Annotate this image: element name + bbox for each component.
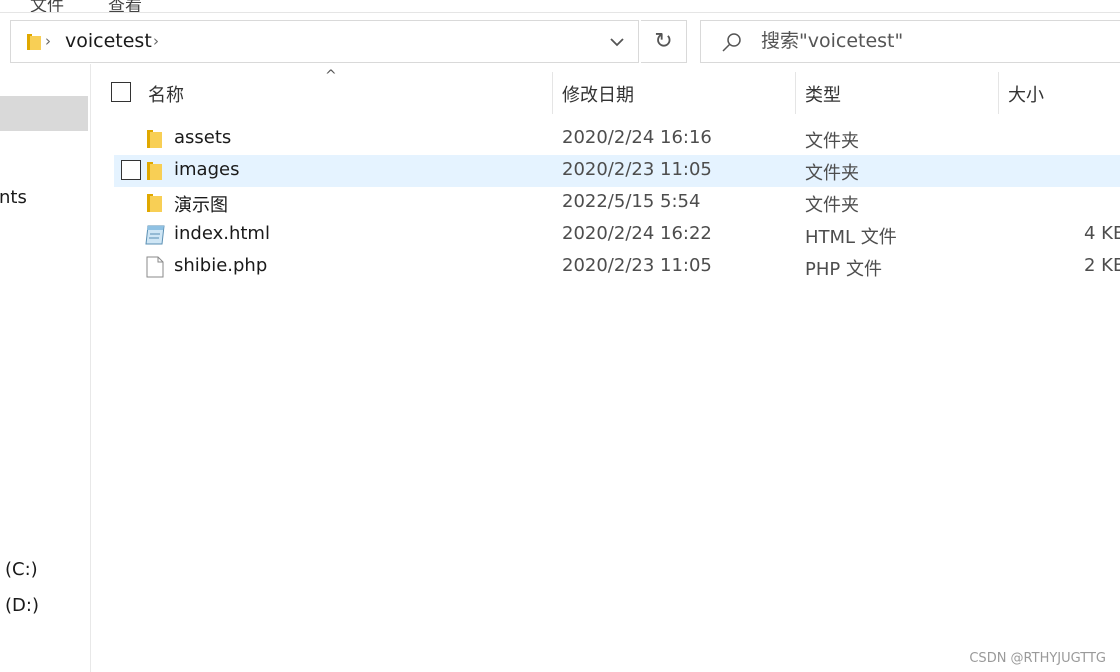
sort-ascending-icon: ^	[325, 68, 337, 84]
file-type: 文件夹	[805, 195, 859, 216]
file-row[interactable]: 演示图 2022/5/15 5:54 文件夹	[114, 187, 1120, 219]
search-icon	[722, 33, 741, 52]
file-date: 2020/2/23 11:05	[562, 255, 712, 276]
watermark: CSDN @RTHYJUGTTG	[969, 651, 1106, 666]
column-header-size[interactable]: 大小	[1008, 81, 1044, 107]
nav-selected-item[interactable]	[0, 96, 88, 131]
column-header-date[interactable]: 修改日期	[562, 81, 634, 107]
column-divider[interactable]	[795, 72, 796, 114]
file-name: index.html	[174, 223, 270, 244]
address-bar[interactable]: › voicetest ›	[10, 20, 639, 63]
chevron-down-icon[interactable]	[609, 34, 625, 50]
file-type: 文件夹	[805, 131, 859, 152]
document-icon	[146, 256, 164, 278]
row-checkbox[interactable]	[121, 160, 141, 180]
folder-icon	[147, 162, 162, 180]
refresh-button[interactable]: ↻	[641, 20, 687, 63]
file-name: shibie.php	[174, 255, 268, 276]
file-type: 文件夹	[805, 163, 859, 184]
refresh-icon: ↻	[654, 29, 673, 54]
ribbon-bar: 文件 查看	[0, 0, 1120, 13]
ribbon-tab-view[interactable]: 查看	[108, 0, 142, 12]
file-type: HTML 文件	[805, 227, 897, 248]
file-date: 2022/5/15 5:54	[562, 191, 701, 212]
file-name: 演示图	[174, 195, 228, 216]
file-size: 4 KB	[1084, 223, 1120, 244]
search-input[interactable]	[761, 22, 1091, 60]
chevron-right-icon[interactable]: ›	[153, 32, 159, 50]
file-date: 2020/2/24 16:16	[562, 127, 712, 148]
select-all-checkbox[interactable]	[111, 82, 131, 102]
nav-item-drive-d[interactable]: (D:)	[5, 595, 39, 616]
file-row[interactable]: index.html 2020/2/24 16:22 HTML 文件 4 KB	[114, 219, 1120, 251]
file-name: images	[174, 159, 240, 180]
file-name: assets	[174, 127, 232, 148]
column-header-name[interactable]: 名称	[148, 81, 184, 107]
folder-icon	[147, 194, 162, 212]
column-header-type[interactable]: 类型	[805, 81, 841, 107]
navigation-pane: nts (C:) (D:)	[0, 64, 91, 672]
search-box[interactable]	[700, 20, 1120, 63]
breadcrumb-voicetest[interactable]: voicetest	[65, 30, 152, 52]
folder-icon	[147, 130, 162, 148]
ribbon-tab-file[interactable]: 文件	[30, 0, 64, 12]
file-row[interactable]: assets 2020/2/24 16:16 文件夹	[114, 123, 1120, 155]
file-date: 2020/2/24 16:22	[562, 223, 712, 244]
file-type: PHP 文件	[805, 259, 882, 280]
file-row[interactable]: shibie.php 2020/2/23 11:05 PHP 文件 2 KB	[114, 251, 1120, 283]
column-divider[interactable]	[552, 72, 553, 114]
html-file-icon	[145, 225, 165, 245]
nav-item-documents[interactable]: nts	[0, 187, 27, 208]
folder-icon	[27, 34, 41, 50]
column-divider[interactable]	[998, 72, 999, 114]
file-date: 2020/2/23 11:05	[562, 159, 712, 180]
file-row[interactable]: images 2020/2/23 11:05 文件夹	[114, 155, 1120, 187]
file-size: 2 KB	[1084, 255, 1120, 276]
chevron-right-icon[interactable]: ›	[45, 32, 51, 50]
nav-item-drive-c[interactable]: (C:)	[5, 559, 38, 580]
